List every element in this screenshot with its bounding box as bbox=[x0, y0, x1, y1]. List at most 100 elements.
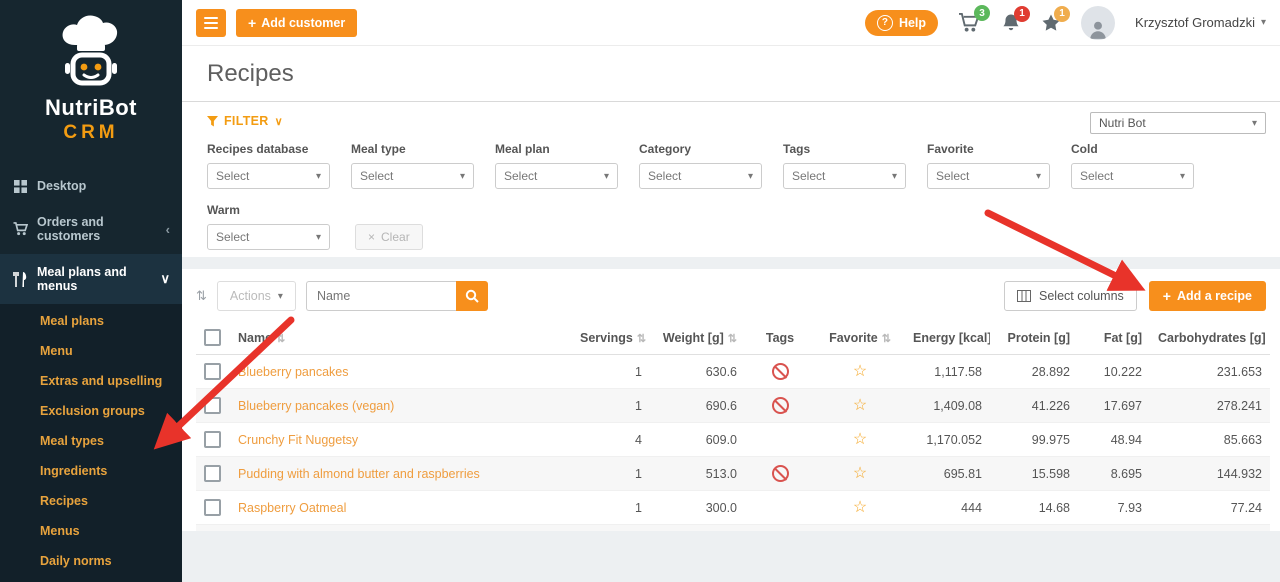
sidebar-item-menus[interactable]: Menus bbox=[0, 516, 182, 546]
carbohydrates-cell: 144.932 bbox=[1150, 457, 1270, 491]
question-icon: ? bbox=[877, 15, 893, 31]
sidebar-item-desktop[interactable]: Desktop bbox=[0, 168, 182, 204]
profile-select[interactable]: Nutri Bot ▾ bbox=[1090, 112, 1266, 134]
recipe-name-link[interactable]: Blueberry pancakes (vegan) bbox=[238, 399, 394, 413]
row-checkbox[interactable] bbox=[204, 363, 221, 380]
fat-cell: 7.93 bbox=[1078, 491, 1150, 525]
protein-cell: 14.68 bbox=[990, 491, 1078, 525]
header-carbohydrates[interactable]: Carbohydrates [g] bbox=[1150, 321, 1270, 355]
filter-select-favorite[interactable]: Select▾ bbox=[927, 163, 1050, 189]
sidebar-item-ingredients[interactable]: Ingredients bbox=[0, 456, 182, 486]
add-recipe-button[interactable]: + Add a recipe bbox=[1149, 281, 1266, 311]
sort-order-icon[interactable]: ⇅ bbox=[196, 288, 207, 304]
select-columns-button[interactable]: Select columns bbox=[1004, 281, 1137, 311]
caret-down-icon: ▾ bbox=[316, 171, 321, 182]
energy-cell: 695.81 bbox=[905, 457, 990, 491]
favorite-star-icon[interactable]: ☆ bbox=[853, 499, 867, 516]
grid-icon bbox=[12, 180, 28, 193]
hamburger-menu-icon[interactable] bbox=[196, 9, 226, 37]
select-all-checkbox[interactable] bbox=[204, 329, 221, 346]
recipe-name-link[interactable]: Pudding with almond butter and raspberri… bbox=[238, 467, 480, 481]
sidebar-item-daily-norms[interactable]: Daily norms bbox=[0, 546, 182, 576]
sidebar-item-meal-plans[interactable]: Meal plans bbox=[0, 306, 182, 336]
filter-label-cold: Cold bbox=[1071, 142, 1194, 156]
energy-cell: 1,098.67 bbox=[905, 525, 990, 532]
sidebar-item-orders-and-customers[interactable]: Orders and customers ‹ bbox=[0, 204, 182, 254]
recipe-name-link[interactable]: Crunchy Fit Nuggetsy bbox=[238, 433, 358, 447]
energy-cell: 444 bbox=[905, 491, 990, 525]
table-row: Blueberry pancakes (vegan) 1 690.6 ☆ 1,4… bbox=[196, 389, 1270, 423]
page-head: Recipes bbox=[182, 46, 1280, 102]
servings-cell: 1 bbox=[572, 525, 650, 532]
no-tag-icon bbox=[772, 465, 789, 482]
row-checkbox[interactable] bbox=[204, 397, 221, 414]
filter-label-favorite: Favorite bbox=[927, 142, 1050, 156]
filter-select-warm[interactable]: Select▾ bbox=[207, 224, 330, 250]
recipes-table-panel: ⇅ Actions ▾ Select columns + Add a recip… bbox=[182, 269, 1280, 531]
favorite-star-icon[interactable]: ☆ bbox=[853, 397, 867, 414]
cart-icon bbox=[12, 222, 28, 236]
filter-panel: FILTER ∨ Nutri Bot ▾ Recipes database Se… bbox=[182, 102, 1280, 257]
recipe-name-link[interactable]: Blueberry pancakes bbox=[238, 365, 348, 379]
filter-label-recipes-database: Recipes database bbox=[207, 142, 330, 156]
header-weight[interactable]: Weight [g]⇅ bbox=[650, 321, 745, 355]
header-name[interactable]: Name⇅ bbox=[230, 321, 572, 355]
sidebar-item-recipes[interactable]: Recipes bbox=[0, 486, 182, 516]
weight-cell: 630.6 bbox=[650, 355, 745, 389]
cart-icon[interactable]: 3 bbox=[958, 12, 981, 33]
caret-down-icon: ▾ bbox=[892, 171, 897, 182]
row-checkbox[interactable] bbox=[204, 431, 221, 448]
bell-icon[interactable]: 1 bbox=[1001, 13, 1021, 33]
actions-button[interactable]: Actions ▾ bbox=[217, 281, 296, 311]
chevron-down-icon: ∨ bbox=[160, 271, 170, 287]
search-button[interactable] bbox=[456, 281, 488, 311]
chevron-left-icon: ‹ bbox=[166, 222, 170, 237]
favorite-star-icon[interactable]: ☆ bbox=[853, 465, 867, 482]
carbohydrates-cell: 29.824 bbox=[1150, 525, 1270, 532]
help-button[interactable]: ? Help bbox=[865, 10, 938, 36]
filter-select-cold[interactable]: Select▾ bbox=[1071, 163, 1194, 189]
weight-cell: 609.0 bbox=[650, 423, 745, 457]
filter-select-meal-type[interactable]: Select▾ bbox=[351, 163, 474, 189]
energy-cell: 1,117.58 bbox=[905, 355, 990, 389]
clear-filter-button[interactable]: × Clear bbox=[355, 224, 423, 250]
row-checkbox[interactable] bbox=[204, 499, 221, 516]
header-fat[interactable]: Fat [g] bbox=[1078, 321, 1150, 355]
sidebar-item-meal-plans-and-menus[interactable]: Meal plans and menus ∨ bbox=[0, 254, 182, 304]
fat-cell: 105.364 bbox=[1078, 525, 1150, 532]
no-tag-icon bbox=[772, 397, 789, 414]
header-tags: Tags bbox=[745, 321, 815, 355]
recipe-name-link[interactable]: Raspberry Oatmeal bbox=[238, 501, 346, 515]
header-protein[interactable]: Protein [g] bbox=[990, 321, 1078, 355]
fat-cell: 17.697 bbox=[1078, 389, 1150, 423]
protein-cell: 15.598 bbox=[990, 457, 1078, 491]
user-menu[interactable]: Krzysztof Gromadzki ▾ bbox=[1135, 15, 1266, 30]
row-checkbox[interactable] bbox=[204, 465, 221, 482]
caret-down-icon: ▾ bbox=[604, 171, 609, 182]
caret-down-icon: ▾ bbox=[1261, 17, 1266, 28]
fat-cell: 8.695 bbox=[1078, 457, 1150, 491]
sidebar-item-menu[interactable]: Menu bbox=[0, 336, 182, 366]
filter-select-tags[interactable]: Select▾ bbox=[783, 163, 906, 189]
filter-select-recipes-database[interactable]: Select▾ bbox=[207, 163, 330, 189]
favorite-star-icon[interactable]: ☆ bbox=[853, 363, 867, 380]
add-customer-button[interactable]: + Add customer bbox=[236, 9, 357, 37]
sidebar-item-extras-and-upselling[interactable]: Extras and upselling bbox=[0, 366, 182, 396]
header-servings[interactable]: Servings⇅ bbox=[572, 321, 650, 355]
sidebar-item-label: Meal plans and menus bbox=[37, 265, 151, 293]
sort-icon: ⇅ bbox=[882, 333, 891, 345]
table-row: Salad with Mozzarella, Pekan Walnuts and… bbox=[196, 525, 1270, 532]
header-favorite[interactable]: Favorite⇅ bbox=[815, 321, 905, 355]
carbohydrates-cell: 85.663 bbox=[1150, 423, 1270, 457]
search-input[interactable] bbox=[306, 281, 456, 311]
sidebar-item-exclusion-groups[interactable]: Exclusion groups bbox=[0, 396, 182, 426]
filter-select-meal-plan[interactable]: Select▾ bbox=[495, 163, 618, 189]
caret-down-icon: ▾ bbox=[278, 291, 283, 302]
avatar[interactable] bbox=[1081, 6, 1115, 40]
sidebar-item-meal-types[interactable]: Meal types bbox=[0, 426, 182, 456]
favorite-star-icon[interactable]: ☆ bbox=[853, 431, 867, 448]
filter-select-category[interactable]: Select▾ bbox=[639, 163, 762, 189]
caret-down-icon: ▾ bbox=[1252, 118, 1257, 129]
star-icon[interactable]: 1 bbox=[1041, 13, 1061, 33]
header-energy[interactable]: Energy [kcal] bbox=[905, 321, 990, 355]
